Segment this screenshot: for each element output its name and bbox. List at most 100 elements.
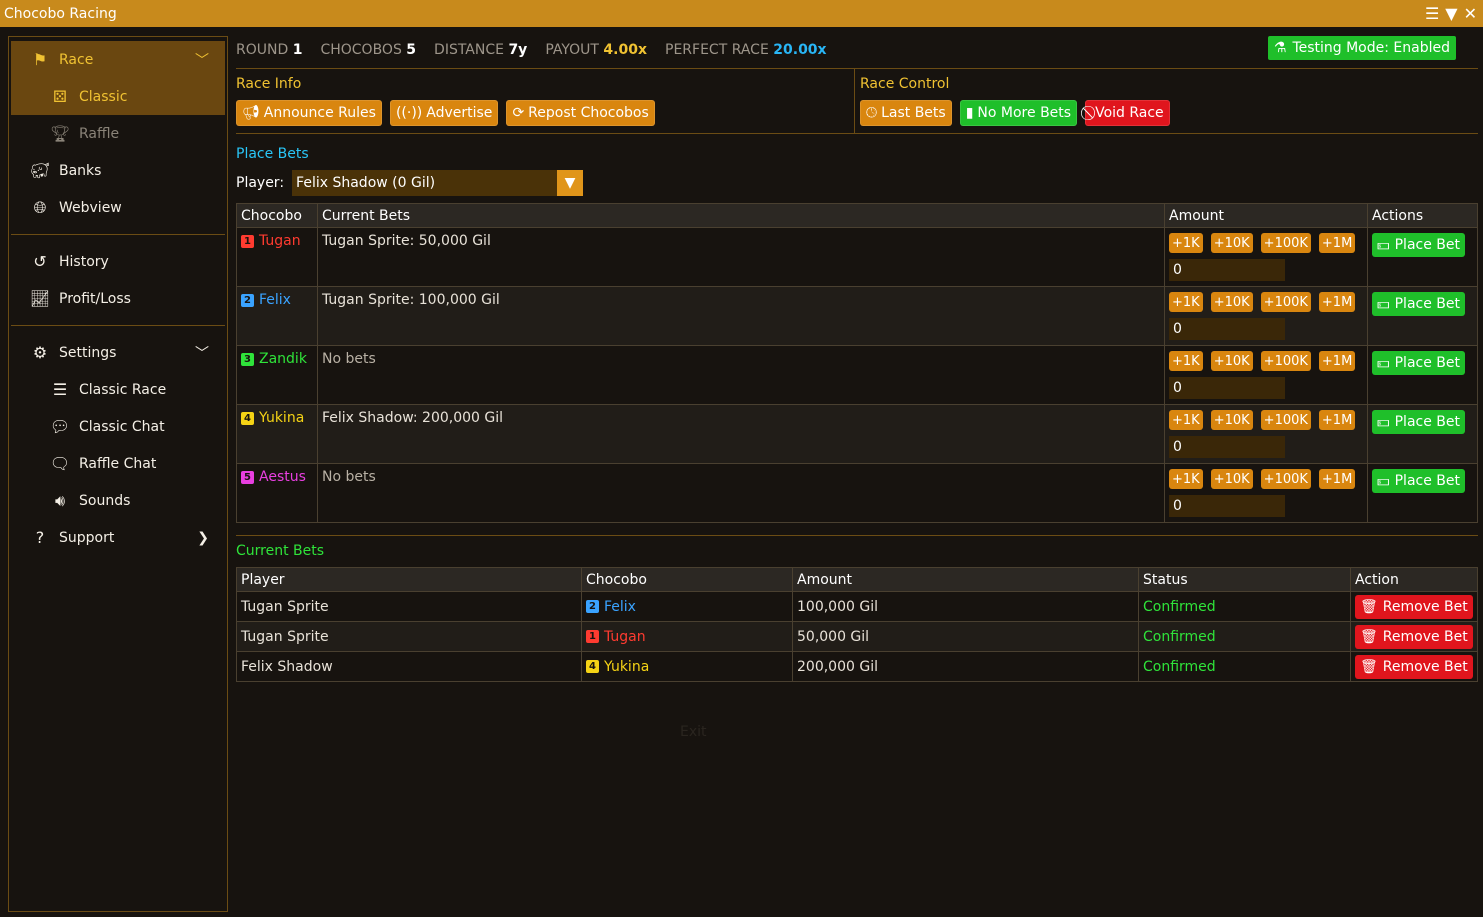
add-amount-button[interactable]: +10K xyxy=(1210,410,1253,430)
distance-stat: DISTANCE 7y xyxy=(434,42,528,58)
add-amount-button[interactable]: +10K xyxy=(1210,233,1253,253)
amount-cell: 100,000 Gil xyxy=(792,591,1139,622)
current-bets-table: Player Chocobo Amount Status Action Tuga… xyxy=(236,567,1478,682)
add-amount-button[interactable]: +100K xyxy=(1260,410,1311,430)
add-amount-button[interactable]: +100K xyxy=(1260,292,1311,312)
sidebar-item-label: Raffle xyxy=(79,125,120,142)
sidebar-item-sounds[interactable]: 🔊︎ Sounds xyxy=(11,482,225,519)
chocobo-number-icon: 1 xyxy=(586,630,599,643)
amount-input[interactable]: 0 xyxy=(1169,377,1285,399)
history-icon: ↺ xyxy=(33,252,47,271)
top-controls: Race Info 📢︎ Announce Rules ((·)) Advertis… xyxy=(236,68,1478,134)
add-amount-button[interactable]: +1M xyxy=(1318,292,1356,312)
remove-bet-button[interactable]: 🗑︎ Remove Bet xyxy=(1355,654,1473,679)
add-amount-button[interactable]: +100K xyxy=(1260,233,1311,253)
testing-mode-badge[interactable]: ⚗ Testing Mode: Enabled xyxy=(1267,36,1456,60)
menu-icon[interactable]: ☰ xyxy=(1425,4,1439,23)
place-bet-button[interactable]: 💵︎ Place Bet xyxy=(1372,351,1465,375)
last-bets-button[interactable]: 🕓︎ Last Bets xyxy=(860,100,952,126)
add-amount-button[interactable]: +1M xyxy=(1318,233,1356,253)
add-amount-button[interactable]: +1M xyxy=(1318,410,1356,430)
dice-icon: ⚄ xyxy=(53,87,67,106)
sidebar-item-settings[interactable]: ⚙ Settings ﹀ xyxy=(11,334,225,371)
chocobo-number-icon: 4 xyxy=(586,660,599,673)
remove-bet-button[interactable]: 🗑︎ Remove Bet xyxy=(1355,594,1473,619)
add-amount-button[interactable]: +10K xyxy=(1210,351,1253,371)
money-icon: 💵︎ xyxy=(1377,473,1390,489)
sidebar-item-race[interactable]: ⚑ Race ﹀ xyxy=(11,41,225,78)
amount-input[interactable]: 0 xyxy=(1169,495,1285,517)
add-amount-button[interactable]: +1M xyxy=(1318,469,1356,489)
chevron-down-icon[interactable]: ﹀ xyxy=(195,343,209,363)
add-amount-button[interactable]: +1K xyxy=(1169,469,1203,489)
amount-input[interactable]: 0 xyxy=(1169,436,1285,458)
chocobos-stat: CHOCOBOS 5 xyxy=(320,42,417,58)
place-bet-button[interactable]: 💵︎ Place Bet xyxy=(1372,292,1465,316)
column-header: Actions xyxy=(1367,203,1478,228)
repost-chocobos-button[interactable]: ⟳ Repost Chocobos xyxy=(506,100,655,126)
chocobo-number-icon: 3 xyxy=(241,352,254,366)
sidebar-item-history[interactable]: ↺ History xyxy=(11,243,225,280)
add-amount-button[interactable]: +1M xyxy=(1318,351,1356,371)
column-header: Action xyxy=(1350,567,1478,592)
player-cell: Tugan Sprite xyxy=(236,621,582,652)
sidebar-item-banks[interactable]: 🐖︎ Banks xyxy=(11,152,225,189)
add-amount-button[interactable]: +1K xyxy=(1169,351,1203,371)
race-control-section: Race Control 🕓︎Last Bets ▮No More Bets ⃠… xyxy=(855,69,1478,133)
amount-cell: 50,000 Gil xyxy=(792,621,1139,652)
remove-bet-button[interactable]: 🗑︎ Remove Bet xyxy=(1355,624,1473,649)
sidebar-item-classic[interactable]: ⚄ Classic xyxy=(11,78,225,115)
trash-icon: 🗑︎ xyxy=(1360,628,1378,645)
collapse-icon[interactable]: ▼ xyxy=(1445,4,1457,23)
sidebar-item-raffle[interactable]: 🏆︎ Raffle xyxy=(11,115,225,152)
status-cell: Confirmed xyxy=(1138,651,1351,682)
chevron-down-icon[interactable]: ﹀ xyxy=(195,50,209,70)
table-row: 4 Yukina Felix Shadow: 200,000 Gil +1K +1… xyxy=(236,404,1478,464)
player-cell: Felix Shadow xyxy=(236,651,582,682)
add-amount-button[interactable]: +1K xyxy=(1169,292,1203,312)
sidebar: ⚑ Race ﹀ ⚄ Classic 🏆︎ Raffle 🐖︎ Banks 🌐︎… xyxy=(8,36,228,912)
money-icon: 💵︎ xyxy=(1377,296,1390,312)
place-bet-button[interactable]: 💵︎ Place Bet xyxy=(1372,469,1465,493)
player-select[interactable]: Felix Shadow (0 Gil) ▼ xyxy=(292,170,584,196)
advertise-button[interactable]: ((·)) Advertise xyxy=(389,100,499,126)
sidebar-item-classic-chat[interactable]: 💬︎ Classic Chat xyxy=(11,408,225,445)
add-amount-button[interactable]: +100K xyxy=(1260,469,1311,489)
announce-rules-button[interactable]: 📢︎ Announce Rules xyxy=(236,100,382,126)
table-row: Tugan Sprite 2 Felix 100,000 Gil Confirm… xyxy=(236,591,1478,622)
round-stat: ROUND 1 xyxy=(236,42,303,58)
caret-down-icon[interactable]: ▼ xyxy=(557,170,584,196)
no-more-bets-button[interactable]: ▮ No More Bets xyxy=(959,100,1078,126)
sidebar-item-support[interactable]: ? Support ❯ xyxy=(11,519,225,556)
column-header: Status xyxy=(1138,567,1351,592)
place-bets-table: Chocobo Current Bets Amount Actions 1 Tu… xyxy=(236,203,1478,523)
place-bet-button[interactable]: 💵︎ Place Bet xyxy=(1372,410,1465,434)
chevron-right-icon[interactable]: ❯ xyxy=(197,530,209,546)
sidebar-item-label: Banks xyxy=(59,162,102,179)
void-race-button[interactable]: ⃠Void Race xyxy=(1085,100,1170,126)
trophy-icon: 🏆︎ xyxy=(49,124,71,143)
sidebar-item-profitloss[interactable]: 📈︎ Profit/Loss xyxy=(11,280,225,317)
chocobo-number-icon: 2 xyxy=(586,600,599,613)
column-header: Amount xyxy=(1164,203,1368,228)
trash-icon: 🗑︎ xyxy=(1360,598,1378,615)
flask-icon: ⚗ xyxy=(1273,40,1287,56)
add-amount-button[interactable]: +1K xyxy=(1169,410,1203,430)
amount-input[interactable]: 0 xyxy=(1169,259,1285,281)
amount-input[interactable]: 0 xyxy=(1169,318,1285,340)
close-icon[interactable]: ✕ xyxy=(1464,4,1477,23)
place-bet-button[interactable]: 💵︎ Place Bet xyxy=(1372,233,1465,257)
window-title: Chocobo Racing xyxy=(4,5,117,22)
add-amount-button[interactable]: +10K xyxy=(1210,292,1253,312)
refresh-icon: ⟳ xyxy=(512,105,525,121)
money-icon: 💵︎ xyxy=(1377,355,1390,371)
table-row: 1 Tugan Tugan Sprite: 50,000 Gil +1K +10K… xyxy=(236,227,1478,287)
sidebar-item-classic-race[interactable]: ☰ Classic Race xyxy=(11,371,225,408)
player-cell: Tugan Sprite xyxy=(236,591,582,622)
add-amount-button[interactable]: +1K xyxy=(1169,233,1203,253)
sidebar-item-webview[interactable]: 🌐︎ Webview xyxy=(11,189,225,226)
sidebar-item-label: Profit/Loss xyxy=(59,290,131,307)
sidebar-item-raffle-chat[interactable]: 🗨︎ Raffle Chat xyxy=(11,445,225,482)
add-amount-button[interactable]: +10K xyxy=(1210,469,1253,489)
add-amount-button[interactable]: +100K xyxy=(1260,351,1311,371)
